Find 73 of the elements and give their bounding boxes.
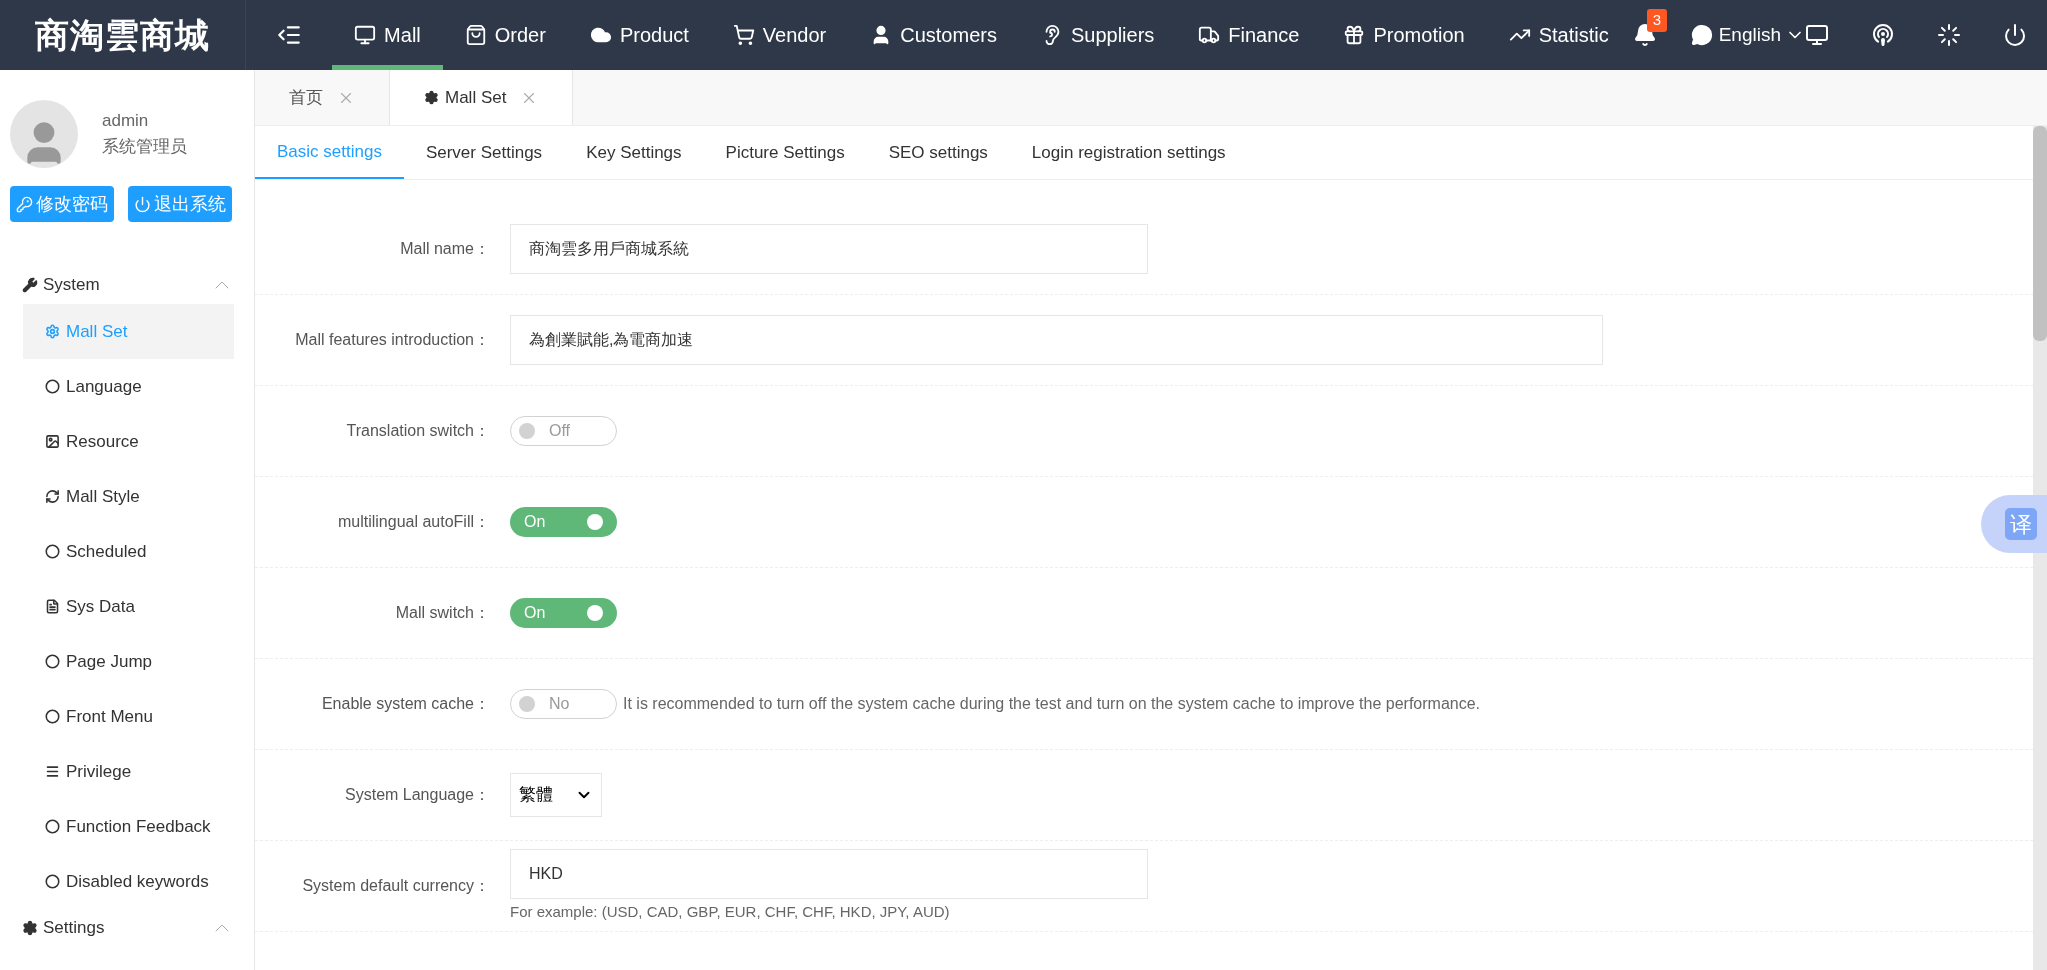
cart-icon [732, 24, 755, 46]
user-role: 系统管理员 [102, 136, 187, 158]
help-text: It is recommended to turn off the system cache during the test and turn on the system cache to improve the performance. [623, 694, 1481, 714]
logo: 商淘雲商城 [35, 14, 211, 56]
settings-tab[interactable]: SEO settings [866, 126, 1010, 179]
circle-icon [45, 379, 60, 394]
field-label: System default currency： [301, 876, 491, 896]
circle-icon [45, 874, 60, 889]
shopping-bag-icon [464, 24, 487, 46]
sidebar-item[interactable]: Page Jump [23, 634, 234, 689]
nav-tab[interactable]: Product [567, 0, 711, 70]
field-label: Enable system cache： [320, 694, 491, 714]
menu-group[interactable]: Settings [0, 909, 254, 947]
sidebar-item[interactable]: Disabled keywords [23, 854, 234, 909]
gear-icon [45, 324, 60, 339]
list-icon [45, 764, 60, 779]
text-field[interactable]: 為創業賦能,為電商加速 [510, 315, 1603, 365]
sidebar-item[interactable]: Sys Data [23, 579, 234, 634]
circle-icon [45, 544, 60, 559]
nav-tab[interactable]: Customers [848, 0, 1019, 70]
image-icon [45, 434, 60, 449]
field-label: System Language： [344, 785, 491, 805]
field-label: Translation switch： [345, 421, 491, 441]
sidebar-item[interactable]: Function Feedback [23, 799, 234, 854]
menu-group[interactable]: System [0, 266, 254, 304]
notification-badge: 3 [1646, 9, 1667, 32]
sidebar-item[interactable]: Front Menu [23, 689, 234, 744]
field-label: Mall name： [399, 239, 491, 259]
text-field[interactable]: 商淘雲多用戶商城系統 [510, 224, 1148, 274]
bell-icon[interactable] [1632, 23, 1657, 47]
sidebar-item[interactable]: Scheduled [23, 524, 234, 579]
settings-tab[interactable]: Server Settings [403, 126, 565, 179]
gift-icon [1343, 24, 1366, 46]
nav-tab[interactable]: Vendor [710, 0, 849, 70]
chat-icon[interactable] [1690, 24, 1713, 46]
language-dropdown[interactable]: English [1718, 20, 1805, 50]
field-label: multilingual autoFill： [336, 512, 491, 532]
page-tab[interactable]: Mall Set [390, 70, 574, 125]
podcast-icon[interactable] [1871, 23, 1895, 47]
power-icon[interactable] [2003, 23, 2027, 47]
nav-tab[interactable]: Promotion [1321, 0, 1487, 70]
key-icon [16, 195, 33, 213]
field-label: Mall features introduction： [294, 330, 491, 350]
nav-tab[interactable]: Order [442, 0, 568, 70]
refresh-icon [45, 489, 60, 504]
settings-tab[interactable]: Login registration settings [1009, 126, 1248, 179]
circle-icon [45, 654, 60, 669]
gear-icon [424, 90, 439, 105]
user-name: admin [102, 110, 150, 132]
sidebar-item[interactable]: Resource [23, 414, 234, 469]
settings-tab[interactable]: Key Settings [564, 126, 704, 179]
truck-icon [1198, 24, 1221, 46]
nav-tab[interactable]: Finance [1176, 0, 1322, 70]
scrollbar[interactable] [2033, 126, 2047, 970]
field-label: Mall switch： [394, 603, 491, 623]
text-field[interactable]: HKD [510, 848, 1148, 899]
language-select[interactable]: 繁體 [510, 773, 602, 817]
gear-icon [22, 920, 38, 936]
power-icon [134, 195, 151, 213]
sidebar-item[interactable]: Language [23, 359, 234, 414]
field-hint: For example: (USD, CAD, GBP, EUR, CHF, CHF, HKD, JPY, AUD) [510, 901, 951, 922]
monitor-icon [354, 24, 377, 46]
settings-tab[interactable]: Picture Settings [703, 126, 867, 179]
sidebar-item[interactable]: Privilege [23, 744, 234, 799]
monitor-icon[interactable] [1805, 23, 1829, 47]
document-icon [45, 599, 60, 614]
circle-icon [45, 819, 60, 834]
nav-tab[interactable]: Suppliers [1018, 0, 1177, 70]
sidebar-item[interactable]: Mall Style [23, 469, 234, 524]
wrench-icon [22, 277, 38, 293]
circle-icon [45, 709, 60, 724]
nav-tab[interactable]: Statistic [1486, 0, 1631, 70]
loader-icon[interactable] [1937, 23, 1961, 47]
